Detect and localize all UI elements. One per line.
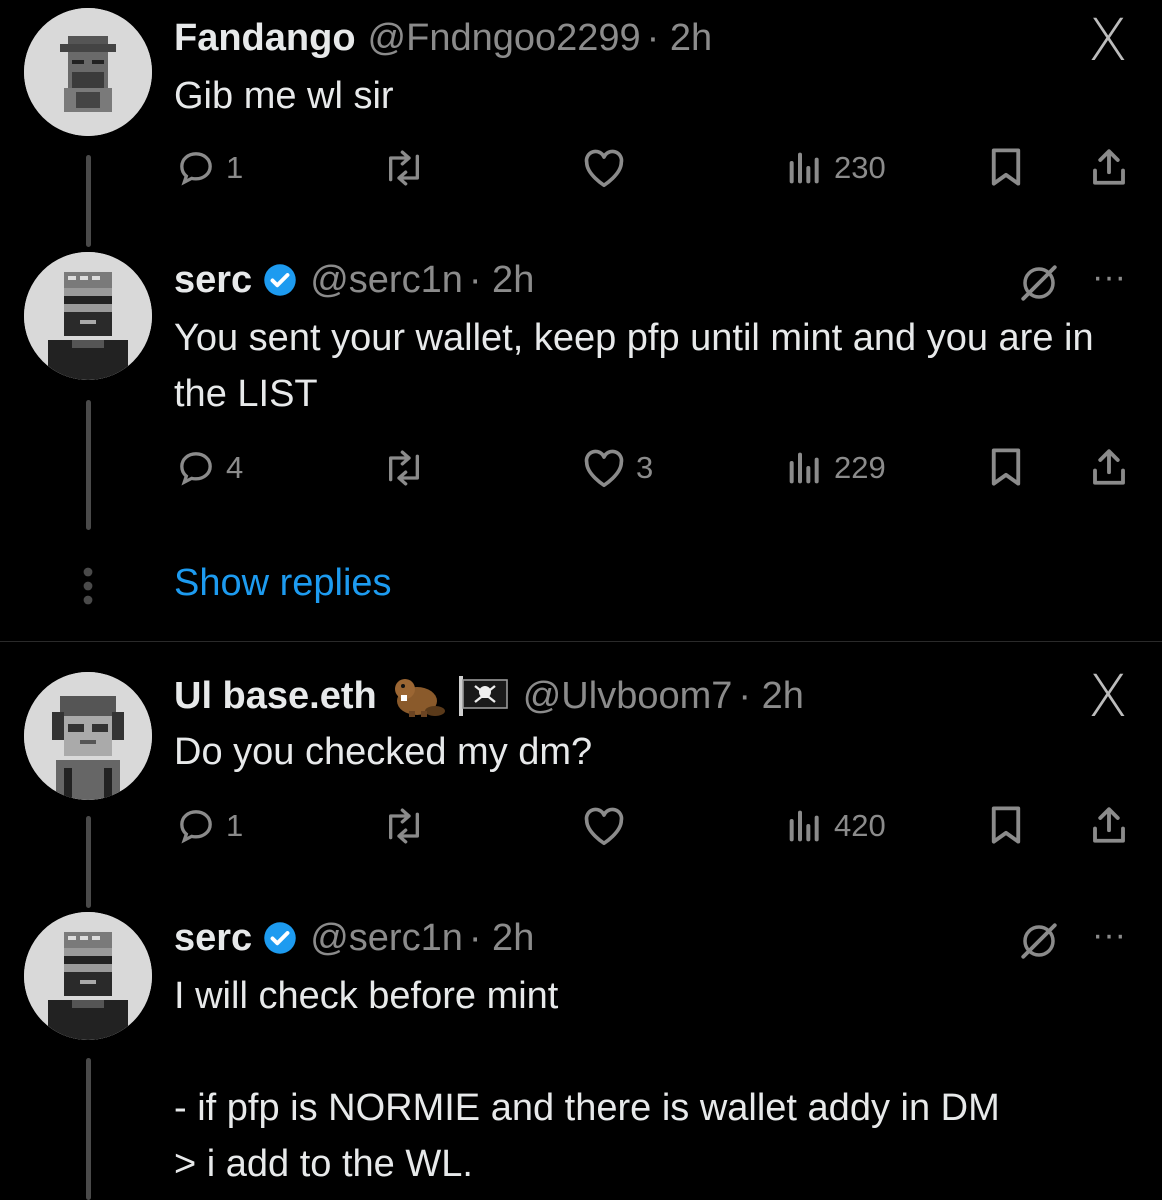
verified-badge-icon (262, 920, 298, 956)
like-count: 3 (636, 450, 654, 485)
like-button[interactable]: 3 (582, 448, 653, 488)
bookmark-icon[interactable] (986, 446, 1026, 488)
avatar[interactable] (24, 252, 152, 380)
share-icon[interactable] (1088, 446, 1130, 488)
views-button[interactable]: 229 (786, 448, 886, 488)
views-icon (786, 806, 824, 846)
avatar[interactable] (24, 672, 152, 800)
like-icon[interactable] (582, 806, 626, 846)
thread-line (86, 155, 91, 247)
pixel-avatar-image (24, 672, 152, 800)
thread-line (86, 400, 91, 530)
view-count: 229 (834, 450, 886, 485)
share-icon[interactable] (1088, 804, 1130, 846)
more-options-icon[interactable]: ··· (1092, 916, 1126, 955)
pixel-avatar-image (24, 8, 152, 136)
view-count: 230 (834, 150, 886, 185)
timestamp[interactable]: · 2h (738, 675, 803, 718)
tweet-text-line: > i add to the WL. (174, 1143, 473, 1185)
avatar[interactable] (24, 8, 152, 136)
handle[interactable]: @Fndngoo2299 (368, 17, 641, 60)
pirate-flag-icon (457, 676, 511, 716)
reply-count: 1 (226, 808, 244, 843)
views-button[interactable]: 420 (786, 806, 886, 846)
reply-count: 1 (226, 150, 244, 185)
views-icon (786, 448, 824, 488)
like-icon (582, 448, 626, 488)
show-replies-link[interactable]: Show replies (174, 562, 392, 605)
pixel-avatar-image (24, 252, 152, 380)
reply-count: 4 (226, 450, 244, 485)
retweet-icon[interactable] (382, 806, 426, 846)
share-icon[interactable] (1088, 146, 1130, 188)
tweet-text-line: - if pfp is NORMIE and there is wallet a… (174, 1087, 1000, 1129)
display-name[interactable]: Fandango (174, 17, 356, 60)
tweet-text: I will check before mint (174, 975, 559, 1017)
more-options-icon[interactable]: ··· (1092, 258, 1126, 297)
display-name[interactable]: Ul base.eth (174, 675, 377, 718)
bookmark-icon[interactable] (986, 804, 1026, 846)
timestamp[interactable]: · 2h (647, 17, 712, 60)
views-button[interactable]: 230 (786, 148, 886, 188)
more-replies-dots-icon (80, 566, 96, 606)
thread-line (86, 1058, 91, 1200)
handle[interactable]: @Ulvboom7 (523, 675, 733, 718)
timestamp[interactable]: · 2h (469, 917, 534, 960)
like-icon[interactable] (582, 148, 626, 188)
view-count: 420 (834, 808, 886, 843)
reply-button[interactable]: 4 (176, 448, 243, 488)
display-name[interactable]: serc (174, 917, 252, 960)
reply-icon (176, 806, 216, 846)
x-icon[interactable]: X (1088, 6, 1128, 74)
divider (0, 641, 1162, 642)
reply-icon (176, 448, 216, 488)
views-icon (786, 148, 824, 188)
timestamp[interactable]: · 2h (469, 259, 534, 302)
avatar[interactable] (24, 912, 152, 1040)
tweet-text: You sent your wallet, keep pfp until min… (174, 317, 1094, 415)
tweet-text: Do you checked my dm? (174, 731, 593, 773)
beaver-emoji-icon (389, 673, 445, 719)
handle[interactable]: @serc1n (310, 259, 463, 302)
reply-button[interactable]: 1 (176, 148, 243, 188)
handle[interactable]: @serc1n (310, 917, 463, 960)
display-name[interactable]: serc (174, 259, 252, 302)
thread-line (86, 816, 91, 908)
reply-icon (176, 148, 216, 188)
bookmark-icon[interactable] (986, 146, 1026, 188)
tweet-text: Gib me wl sir (174, 75, 394, 117)
x-icon[interactable]: X (1088, 662, 1128, 730)
pixel-avatar-image (24, 912, 152, 1040)
grok-icon[interactable] (1018, 920, 1060, 962)
grok-icon[interactable] (1018, 262, 1060, 304)
retweet-icon[interactable] (382, 448, 426, 488)
retweet-icon[interactable] (382, 148, 426, 188)
verified-badge-icon (262, 262, 298, 298)
reply-button[interactable]: 1 (176, 806, 243, 846)
